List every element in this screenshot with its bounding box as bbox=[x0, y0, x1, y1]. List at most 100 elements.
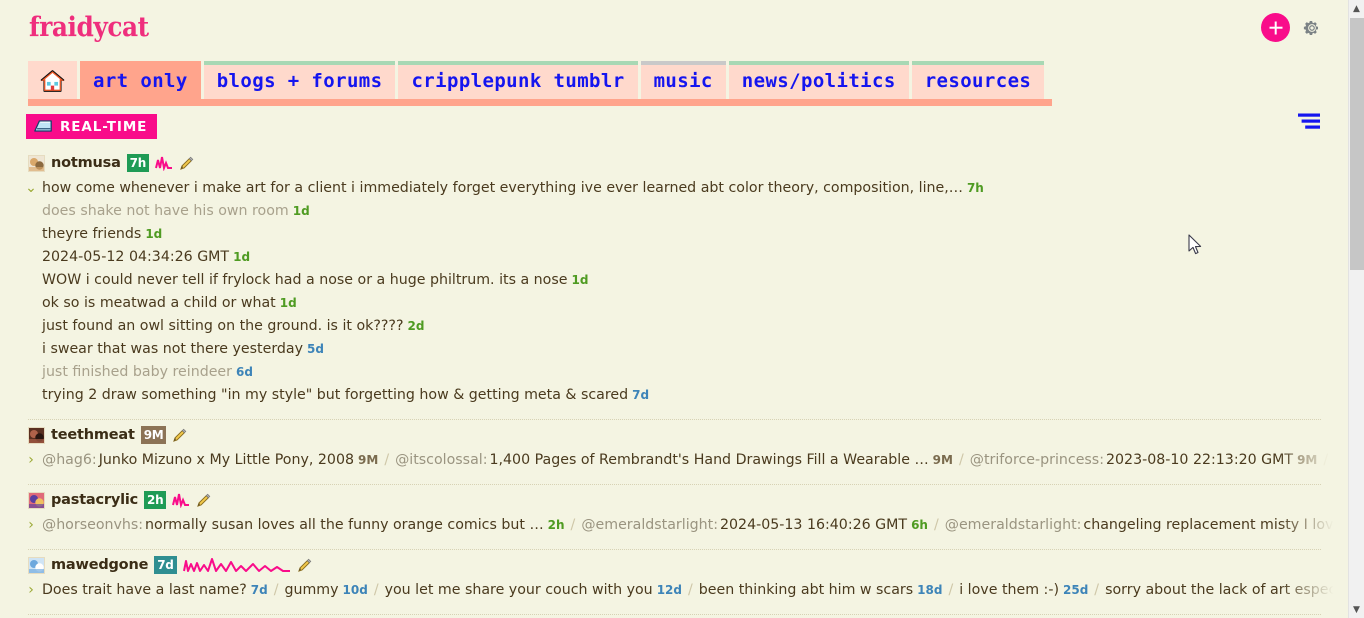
feed-item-title: does shake not have his own room bbox=[42, 203, 289, 219]
feed-item-handle[interactable]: @horseonvhs: bbox=[42, 514, 143, 537]
feed-entry-username[interactable]: teethmeat bbox=[51, 427, 135, 443]
expand-chevron-icon[interactable]: › bbox=[24, 514, 38, 537]
vertical-scrollbar[interactable]: ▲ ▼ bbox=[1348, 0, 1364, 618]
feed-item-title[interactable]: 2023-08-10 22:13:20 GMT bbox=[1106, 449, 1293, 472]
feed-item-title[interactable]: Junko Mizuno x My Little Pony, 2008 bbox=[99, 449, 354, 472]
item-separator: / bbox=[948, 582, 954, 598]
tab-rule bbox=[640, 61, 726, 65]
feed-item-handle[interactable]: @triforce-princess: bbox=[970, 449, 1104, 472]
feed-entry-username[interactable]: pastacrylic bbox=[51, 492, 138, 508]
feed-item-timestamp: 7d bbox=[632, 388, 650, 402]
feed-item-handle[interactable]: @itscolossal: bbox=[395, 449, 487, 472]
feed-item-timestamp: 25d bbox=[1063, 583, 1089, 597]
feed-item[interactable]: i swear that was not there yesterday 5d bbox=[42, 338, 1349, 361]
feed-collapsed-row: @hag6: Junko Mizuno x My Little Pony, 200… bbox=[42, 449, 1349, 472]
feed-item-timestamp: 1d bbox=[571, 273, 589, 287]
feed-entry-username[interactable]: notmusa bbox=[51, 155, 121, 171]
feed-item-title[interactable]: Does trait have a last name? bbox=[42, 579, 247, 602]
activity-sparkline bbox=[182, 558, 290, 572]
feed-entry-body: › @hag6: Junko Mizuno x My Little Pony, 20… bbox=[0, 449, 1349, 478]
home-icon bbox=[40, 70, 65, 92]
feed-entry-items: › @hag6: Junko Mizuno x My Little Pony, 20… bbox=[0, 449, 1349, 472]
feed-item[interactable]: ok so is meatwad a child or what 1d bbox=[42, 292, 1349, 315]
item-separator: / bbox=[1094, 582, 1100, 598]
feed-item[interactable]: trying 2 draw something "in my style" bu… bbox=[42, 384, 1349, 407]
feed-item-timestamp: 6d bbox=[236, 365, 253, 379]
feed-item-timestamp: 9M bbox=[358, 453, 379, 467]
feed-item-title[interactable]: Me frolicking bbox=[1334, 449, 1349, 472]
nav-tab-cripplepunk-tumblr[interactable]: cripplepunk tumblr bbox=[398, 61, 638, 101]
expand-chevron-icon[interactable]: › bbox=[24, 449, 38, 472]
feed-item-title[interactable]: normally susan loves all the funny orang… bbox=[145, 514, 544, 537]
item-separator: / bbox=[958, 452, 964, 468]
feed-item-handle[interactable]: @hag6: bbox=[42, 449, 97, 472]
feed-item-timestamp: 7h bbox=[966, 181, 984, 195]
tab-rule bbox=[80, 61, 201, 65]
feed-item-title[interactable]: been thinking abt him w scars bbox=[699, 579, 913, 602]
fraidycat-window: fraidycat art only blogs + forums crippl… bbox=[0, 0, 1364, 618]
feed-item-timestamp: 10d bbox=[342, 583, 368, 597]
feed-item[interactable]: WOW i could never tell if frylock had a … bbox=[42, 269, 1349, 292]
avatar bbox=[28, 154, 45, 172]
item-separator: / bbox=[933, 517, 939, 533]
filter-lines-icon[interactable] bbox=[1298, 113, 1320, 130]
scrollbar-thumb[interactable] bbox=[1350, 18, 1364, 270]
item-separator: / bbox=[687, 582, 693, 598]
feed-entry-username[interactable]: mawedgone bbox=[51, 557, 148, 573]
feed-entry-age-badge: 9M bbox=[140, 426, 167, 444]
feed-item[interactable]: how come whenever i make art for a clien… bbox=[42, 177, 1349, 200]
feed-item-title[interactable]: 1,400 Pages of Rembrandt's Hand Drawings… bbox=[489, 449, 928, 472]
feed-item-timestamp: 9M bbox=[932, 453, 953, 467]
nav-tab-music[interactable]: music bbox=[640, 61, 726, 101]
feed-item[interactable]: just found an owl sitting on the ground.… bbox=[42, 315, 1349, 338]
feed-item-title: theyre friends bbox=[42, 226, 142, 242]
feed-list: notmusa 7h ⌄ how come whenever i make art f… bbox=[0, 148, 1349, 618]
add-follow-button[interactable] bbox=[1261, 13, 1290, 42]
feed-item-title: just found an owl sitting on the ground.… bbox=[42, 318, 404, 334]
gear-icon[interactable] bbox=[1303, 19, 1321, 37]
feed-entry-body: ⌄ how come whenever i make art for a clie… bbox=[0, 177, 1349, 413]
feed-item-title[interactable]: 2024-05-13 16:40:26 GMT bbox=[720, 514, 907, 537]
feed-item-timestamp: 7d bbox=[250, 583, 268, 597]
feed-entry-body: › @horseonvhs: normally susan loves all th… bbox=[0, 514, 1349, 543]
tab-rule bbox=[728, 61, 909, 65]
collapse-chevron-icon[interactable]: ⌄ bbox=[24, 177, 38, 200]
nav-tab-blogs-forums[interactable]: blogs + forums bbox=[203, 61, 396, 101]
pencil-icon[interactable] bbox=[196, 493, 211, 508]
pencil-icon[interactable] bbox=[179, 156, 194, 171]
feed-item-timestamp: 1d bbox=[279, 296, 297, 310]
app-logo[interactable]: fraidycat bbox=[29, 12, 149, 43]
scroll-down-arrow[interactable]: ▼ bbox=[1349, 601, 1364, 618]
feed-item[interactable]: theyre friends 1d bbox=[42, 223, 1349, 246]
nav-tab-resources[interactable]: resources bbox=[911, 61, 1045, 101]
realtime-filter-badge[interactable]: REAL-TIME bbox=[26, 114, 158, 139]
feed-item-title: ok so is meatwad a child or what bbox=[42, 295, 276, 311]
feed-entry-age-badge: 7d bbox=[154, 556, 177, 574]
feed-item[interactable]: does shake not have his own room 1d bbox=[42, 200, 1349, 223]
nav-tab-art-only[interactable]: art only bbox=[80, 61, 201, 101]
pencil-icon[interactable] bbox=[172, 428, 187, 443]
feed-item-title[interactable]: you let me share your couch with you bbox=[385, 579, 653, 602]
feed-item-title[interactable]: gummy bbox=[284, 579, 338, 602]
feed-item-timestamp: 18d bbox=[917, 583, 943, 597]
nav-tabs: art only blogs + forums cripplepunk tumblr… bbox=[28, 59, 1052, 101]
feed-item-handle[interactable]: @emeraldstarlight: bbox=[945, 514, 1082, 537]
feed-item[interactable]: 2024-05-12 04:34:26 GMT 1d bbox=[42, 246, 1349, 269]
nav-tab-home[interactable] bbox=[28, 61, 77, 101]
feed-item-title[interactable]: changeling replacement misty I love youu bbox=[1083, 514, 1349, 537]
nav-tab-news-politics[interactable]: news/politics bbox=[728, 61, 909, 101]
scroll-up-arrow[interactable]: ▲ bbox=[1349, 0, 1364, 17]
feed-item-title[interactable]: i love them :-) bbox=[959, 579, 1059, 602]
feed-item-handle[interactable]: @emeraldstarlight: bbox=[581, 514, 718, 537]
feed-entry-header: teethmeat 9M bbox=[0, 420, 1349, 449]
expand-chevron-icon[interactable]: › bbox=[24, 579, 38, 602]
feed-item-timestamp: 9M bbox=[1297, 453, 1318, 467]
nav-tab-label: cripplepunk tumblr bbox=[411, 70, 625, 92]
item-separator: / bbox=[273, 582, 279, 598]
feed-item[interactable]: just finished baby reindeer 6d bbox=[42, 361, 1349, 384]
feed-collapsed-items: @hag6: Junko Mizuno x My Little Pony, 200… bbox=[42, 449, 1349, 472]
feed-collapsed-items: @horseonvhs: normally susan loves all the… bbox=[42, 514, 1349, 537]
feed-item-title[interactable]: sorry about the lack of art especially a… bbox=[1105, 579, 1349, 602]
feed-item-timestamp: 1d bbox=[145, 227, 163, 241]
pencil-icon[interactable] bbox=[297, 558, 312, 573]
